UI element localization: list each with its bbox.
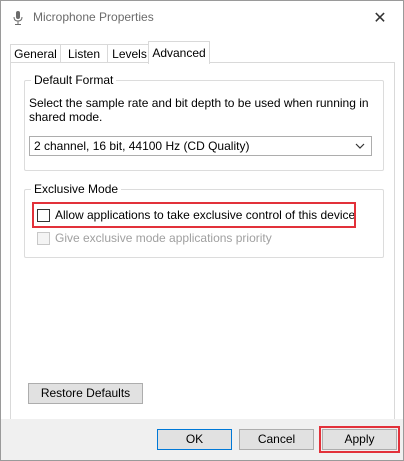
title-bar: Microphone Properties ✕ xyxy=(1,1,403,34)
advanced-panel: Default Format Select the sample rate an… xyxy=(10,62,395,421)
tab-advanced[interactable]: Advanced xyxy=(148,41,210,64)
default-format-description: Select the sample rate and bit depth to … xyxy=(29,96,369,124)
default-format-value: 2 channel, 16 bit, 44100 Hz (CD Quality) xyxy=(34,139,250,153)
default-format-group: Default Format Select the sample rate an… xyxy=(24,73,384,171)
window-title: Microphone Properties xyxy=(33,10,154,24)
exclusive-priority-checkbox-row: Give exclusive mode applications priorit… xyxy=(37,230,272,246)
default-format-label: Default Format xyxy=(31,73,117,87)
exclusive-priority-label: Give exclusive mode applications priorit… xyxy=(55,231,272,245)
microphone-icon xyxy=(13,11,23,25)
apply-highlight xyxy=(319,426,400,453)
exclusive-priority-checkbox xyxy=(37,231,50,245)
dialog-footer: OK Cancel Apply xyxy=(1,419,403,460)
exclusive-mode-label: Exclusive Mode xyxy=(31,182,122,196)
ok-button[interactable]: OK xyxy=(157,429,232,450)
close-button[interactable]: ✕ xyxy=(357,1,403,34)
chevron-down-icon xyxy=(355,143,365,149)
allow-exclusive-highlight xyxy=(32,202,356,228)
close-icon: ✕ xyxy=(373,9,387,27)
default-format-dropdown[interactable]: 2 channel, 16 bit, 44100 Hz (CD Quality) xyxy=(29,136,372,156)
microphone-properties-window: Microphone Properties ✕ General Listen L… xyxy=(0,0,404,461)
tab-general[interactable]: General xyxy=(10,44,61,63)
tab-listen[interactable]: Listen xyxy=(60,44,108,63)
restore-defaults-button[interactable]: Restore Defaults xyxy=(28,383,143,404)
cancel-button[interactable]: Cancel xyxy=(239,429,314,450)
